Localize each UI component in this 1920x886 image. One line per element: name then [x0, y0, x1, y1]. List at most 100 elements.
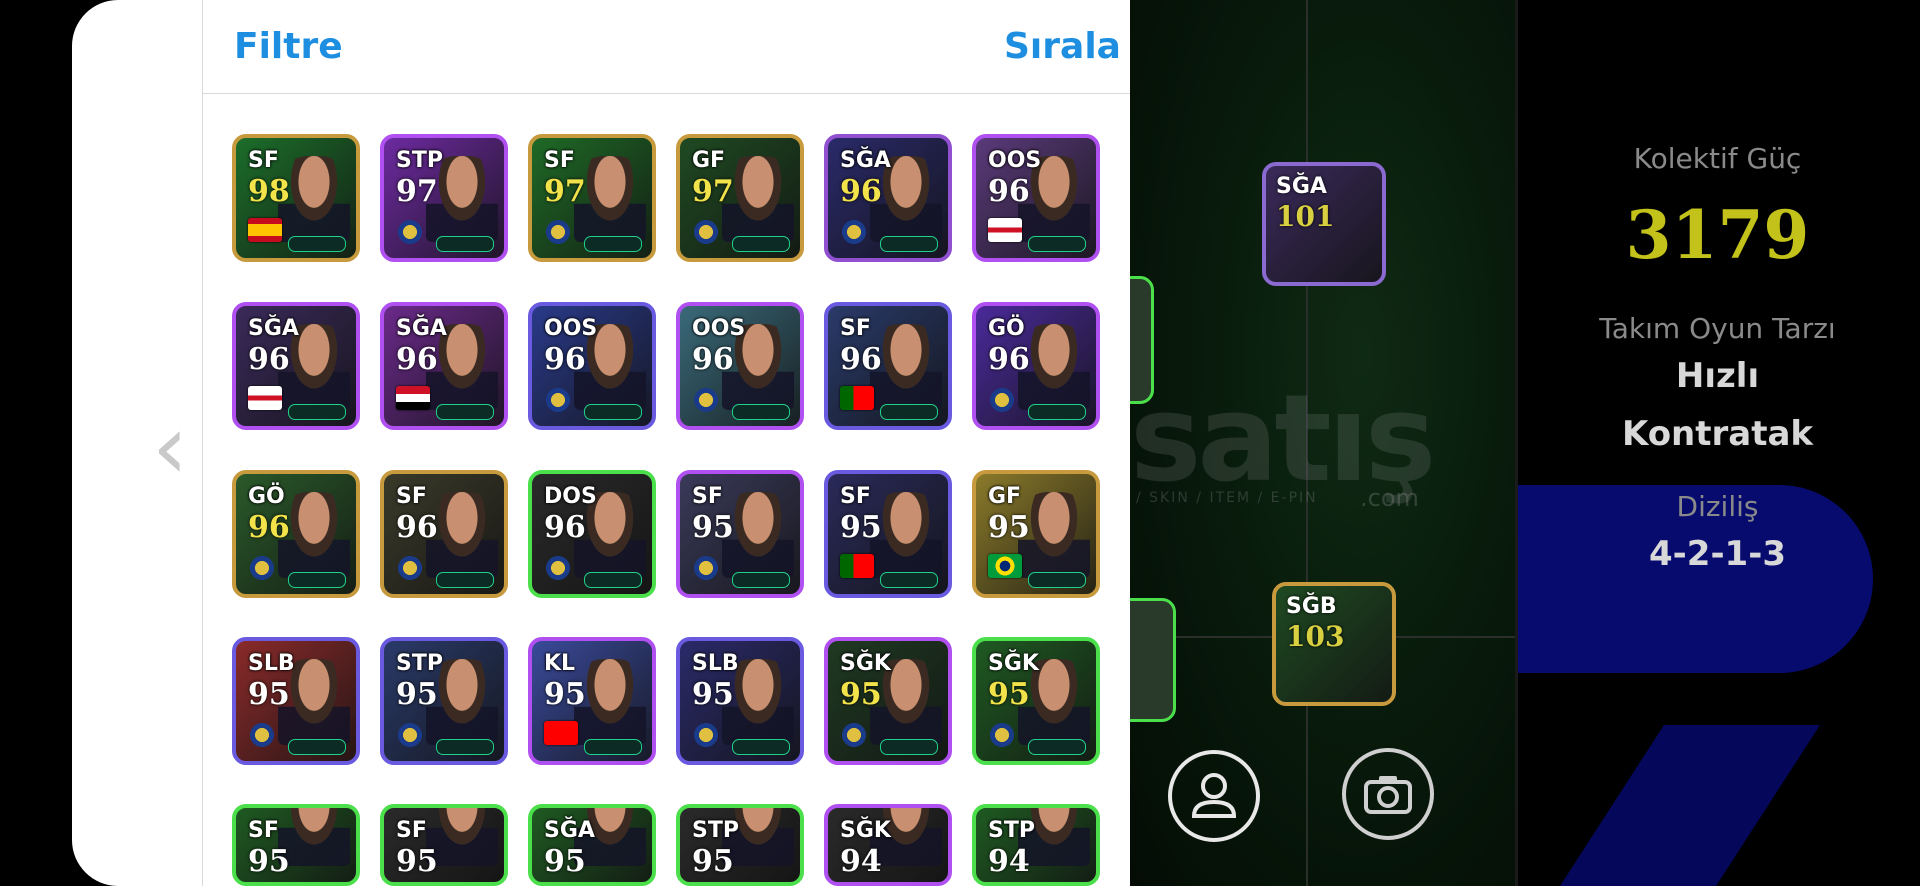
card-rating: 96: [544, 342, 586, 377]
card-badge: [732, 739, 790, 755]
card-position: GF: [988, 484, 1022, 509]
player-card[interactable]: SF 95: [824, 470, 952, 598]
camera-icon: [1364, 776, 1412, 814]
player-card[interactable]: SĞK 94: [824, 804, 952, 886]
player-card[interactable]: SĞA 96: [232, 302, 360, 430]
player-card[interactable]: SF 98: [232, 134, 360, 262]
player-card[interactable]: SF 96: [824, 302, 952, 430]
camera-button[interactable]: [1342, 748, 1434, 840]
card-badge: [1028, 236, 1086, 252]
profile-button[interactable]: [1168, 750, 1260, 842]
player-card[interactable]: SF 95: [380, 804, 508, 886]
formation-value[interactable]: 4-2-1-3: [1515, 534, 1920, 574]
card-position: SF: [396, 818, 427, 843]
player-card[interactable]: GÖ 96: [972, 302, 1100, 430]
player-card[interactable]: SĞA 96: [824, 134, 952, 262]
card-badge: [584, 404, 642, 420]
player-card[interactable]: DOS 96: [528, 470, 656, 598]
card-rating: 94: [988, 844, 1030, 879]
flag-brazil-icon: [988, 554, 1022, 578]
player-card[interactable]: GÖ 96: [232, 470, 360, 598]
card-position: SF: [840, 316, 871, 341]
player-card[interactable]: SĞK 95: [824, 637, 952, 765]
card-position: SF: [248, 148, 279, 173]
card-rating: 95: [692, 677, 734, 712]
card-position: OOS: [544, 316, 598, 341]
player-card[interactable]: SLB 95: [232, 637, 360, 765]
flag-egypt-icon: [396, 386, 430, 410]
card-position: SĞA: [248, 316, 299, 341]
card-position: SLB: [248, 651, 295, 676]
card-badge: [288, 404, 346, 420]
card-rating: 95: [840, 677, 882, 712]
card-rating: 96: [248, 510, 290, 545]
player-card[interactable]: SF 95: [676, 470, 804, 598]
player-card[interactable]: SF 96: [380, 470, 508, 598]
player-card[interactable]: STP 97: [380, 134, 508, 262]
card-rating: 95: [692, 510, 734, 545]
card-position: DOS: [544, 484, 597, 509]
sheet-divider: [202, 0, 203, 886]
card-rating: 96: [840, 342, 882, 377]
person-icon: [1191, 773, 1237, 818]
card-position: SĞA: [840, 148, 891, 173]
card-rating: 97: [544, 174, 586, 209]
card-badge: [732, 236, 790, 252]
card-position: STP: [692, 818, 739, 843]
card-rating: 96: [544, 510, 586, 545]
player-card[interactable]: OOS 96: [528, 302, 656, 430]
player-card[interactable]: SĞK 95: [972, 637, 1100, 765]
flag-switzerland-icon: [544, 721, 578, 745]
player-card[interactable]: SF 97: [528, 134, 656, 262]
club-badge-icon: [692, 554, 720, 582]
player-card[interactable]: STP 95: [676, 804, 804, 886]
team-style-line2: Kontratak: [1621, 414, 1814, 454]
card-badge: [584, 572, 642, 588]
pitch-card-position: SĞB: [1286, 594, 1337, 619]
card-position: STP: [988, 818, 1035, 843]
card-rating: 95: [248, 677, 290, 712]
card-rating: 96: [840, 174, 882, 209]
card-position: GÖ: [988, 316, 1025, 341]
club-badge-icon: [692, 218, 720, 246]
chevron-left-icon[interactable]: ‹: [150, 403, 190, 493]
card-rating: 95: [248, 844, 290, 879]
club-badge-icon: [988, 721, 1016, 749]
player-card[interactable]: OOS 96: [676, 302, 804, 430]
player-card[interactable]: GF 95: [972, 470, 1100, 598]
sort-button[interactable]: Sırala: [1004, 26, 1121, 67]
card-rating: 95: [396, 844, 438, 879]
card-rating: 95: [988, 677, 1030, 712]
card-rating: 95: [988, 510, 1030, 545]
card-badge: [436, 739, 494, 755]
card-position: SF: [840, 484, 871, 509]
card-position: SĞK: [988, 651, 1039, 676]
card-badge: [436, 572, 494, 588]
team-style-line1: Hızlı: [1675, 356, 1760, 396]
watermark-sub: / SKIN / ITEM / E-PIN: [1136, 490, 1318, 506]
filter-button[interactable]: Filtre: [234, 26, 343, 67]
card-rating: 96: [396, 342, 438, 377]
card-position: KL: [544, 651, 576, 676]
player-card[interactable]: KL 95: [528, 637, 656, 765]
club-badge-icon: [544, 386, 572, 414]
player-card[interactable]: SĞA 95: [528, 804, 656, 886]
pitch-card[interactable]: SĞA 101: [1262, 162, 1386, 286]
card-rating: 96: [396, 510, 438, 545]
player-card[interactable]: SF 95: [232, 804, 360, 886]
player-card[interactable]: STP 95: [380, 637, 508, 765]
card-rating: 95: [840, 510, 882, 545]
player-card[interactable]: STP 94: [972, 804, 1100, 886]
card-position: SF: [248, 818, 279, 843]
card-rating: 96: [988, 174, 1030, 209]
player-card[interactable]: SLB 95: [676, 637, 804, 765]
formation-label: Diziliş: [1676, 490, 1759, 523]
card-position: GF: [692, 148, 726, 173]
player-card[interactable]: SĞA 96: [380, 302, 508, 430]
card-position: SLB: [692, 651, 739, 676]
player-card[interactable]: OOS 96: [972, 134, 1100, 262]
player-card[interactable]: GF 97: [676, 134, 804, 262]
flag-england-icon: [988, 218, 1022, 242]
pitch-card[interactable]: SĞB 103: [1272, 582, 1396, 706]
card-badge: [880, 572, 938, 588]
